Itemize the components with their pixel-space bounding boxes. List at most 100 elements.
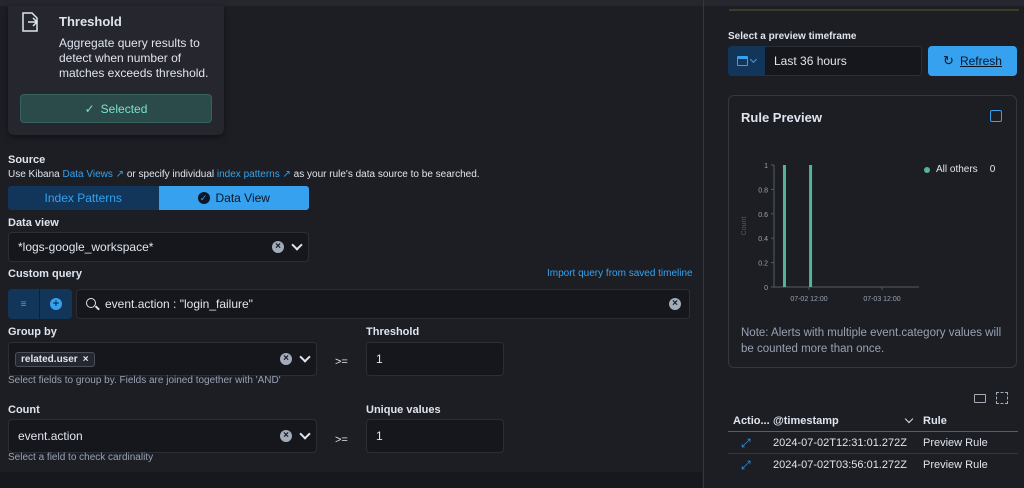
threshold-icon	[22, 12, 39, 32]
rule-definition-form: Threshold Aggregate query results to det…	[0, 6, 702, 488]
external-link-icon: ↗	[112, 169, 125, 180]
chevron-down-icon[interactable]	[291, 239, 303, 251]
table-toolbar	[974, 392, 1008, 404]
external-link-icon: ↗	[279, 169, 291, 180]
card-description: Aggregate query results to detect when n…	[59, 36, 209, 80]
row-timestamp: 2024-07-02T12:31:01.272Z	[773, 437, 907, 449]
x-tick-label: 07-02 12:00	[790, 296, 827, 303]
clear-icon[interactable]: ×	[280, 353, 292, 365]
chevron-down-icon[interactable]	[904, 414, 914, 424]
clear-icon[interactable]: ×	[669, 298, 681, 310]
threshold-input[interactable]: 1	[366, 342, 504, 376]
legend-name: All others	[936, 164, 978, 175]
rule-preview-title: Rule Preview	[741, 110, 822, 125]
threshold-label: Threshold	[366, 326, 420, 338]
column-header-rule[interactable]: Rule	[923, 415, 947, 427]
histogram-bar	[782, 165, 786, 287]
selected-button[interactable]: ✓ Selected	[20, 94, 212, 123]
histogram-bar	[809, 165, 813, 287]
rule-preview-panel: Select a preview timeframe Last 36 hours…	[703, 0, 1024, 488]
row-rule: Preview Rule	[923, 437, 988, 449]
check-circle-icon: ✓	[197, 192, 210, 204]
y-tick-label: 0.4	[758, 236, 768, 243]
card-title: Threshold	[59, 14, 122, 29]
threshold-rule-type-card[interactable]: Threshold Aggregate query results to det…	[8, 6, 224, 135]
query-input[interactable]: event.action : "login_failure" ×	[76, 289, 690, 319]
data-view-value: *logs-google_workspace*	[18, 240, 154, 254]
rule-preview-note: Note: Alerts with multiple event.categor…	[741, 327, 1002, 355]
filter-menu-button[interactable]: ≡	[8, 289, 40, 319]
chevron-down-icon	[749, 55, 758, 64]
source-toggle: Index Patterns ✓ Data View	[8, 186, 309, 210]
count-value: event.action	[18, 429, 83, 443]
row-rule: Preview Rule	[923, 459, 988, 471]
index-patterns-toggle[interactable]: Index Patterns	[8, 186, 159, 210]
check-icon: ✓	[84, 101, 95, 116]
timeframe-value: Last 36 hours	[774, 54, 847, 68]
date-picker-button[interactable]	[728, 46, 765, 76]
clear-icon[interactable]: ×	[272, 241, 284, 253]
table-header-divider	[728, 431, 1018, 432]
add-filter-button[interactable]: +	[40, 289, 72, 319]
group-by-operator: >=	[335, 356, 348, 368]
index-patterns-link[interactable]: index patterns	[217, 169, 280, 180]
group-by-combobox[interactable]: related.user × ×	[8, 342, 317, 376]
count-operator: >=	[335, 434, 348, 446]
expand-row-icon[interactable]: ⤢	[741, 459, 753, 471]
column-header-actions[interactable]: Actio...	[733, 415, 770, 427]
count-label: Count	[8, 404, 40, 416]
count-field-select[interactable]: event.action ×	[8, 419, 317, 453]
y-tick-label: 0.8	[758, 187, 768, 194]
callout-banner	[729, 0, 1019, 11]
clear-icon[interactable]: ×	[280, 430, 292, 442]
unique-values-input[interactable]: 1	[366, 419, 504, 453]
row-timestamp: 2024-07-02T03:56:01.272Z	[773, 459, 907, 471]
keyboard-icon[interactable]	[974, 394, 986, 403]
data-view-select[interactable]: *logs-google_workspace* ×	[8, 232, 309, 262]
import-query-link[interactable]: Import query from saved timeline	[547, 268, 693, 279]
chart-legend: All others 0	[924, 164, 995, 175]
group-by-pill-label: related.user	[21, 353, 78, 365]
chevron-down-icon[interactable]	[299, 428, 311, 440]
column-header-timestamp[interactable]: @timestamp	[773, 415, 839, 427]
refresh-button[interactable]: ↻ Refresh	[928, 46, 1017, 76]
expand-row-icon[interactable]: ⤢	[741, 437, 753, 449]
preview-histogram: 0 0.2 0.4 0.6 0.8 1 Count 07-02 12:00 07-03 12:0…	[741, 163, 919, 303]
inspect-icon[interactable]	[990, 110, 1002, 122]
legend-swatch	[924, 166, 930, 173]
group-by-label: Group by	[8, 326, 57, 338]
calendar-icon	[737, 56, 748, 66]
timeframe-select[interactable]: Last 36 hours	[765, 46, 922, 76]
chevron-down-icon[interactable]	[299, 351, 311, 363]
query-value: event.action : "login_failure"	[105, 297, 253, 311]
source-help-prefix: Use Kibana	[8, 169, 60, 180]
timeframe-label: Select a preview timeframe	[728, 31, 857, 42]
selected-label: Selected	[100, 101, 148, 116]
rule-preview-card: Rule Preview 0 0.2 0.4 0.6 0.8 1 Count 07-02 12…	[728, 95, 1017, 368]
index-patterns-toggle-label: Index Patterns	[44, 191, 122, 205]
y-tick-label: 1	[764, 163, 768, 170]
row-divider	[728, 453, 1018, 454]
source-help-suffix: as your rule's data source to be searche…	[293, 169, 480, 180]
search-icon-handle	[95, 305, 100, 311]
y-axis-label: Count	[741, 217, 748, 236]
refresh-label: Refresh	[959, 54, 1002, 68]
filter-icon: ≡	[20, 298, 27, 310]
unique-values-label: Unique values	[366, 404, 441, 416]
x-tick-label: 07-03 12:00	[863, 296, 900, 303]
data-view-toggle[interactable]: ✓ Data View	[158, 186, 309, 210]
group-by-pill[interactable]: related.user ×	[15, 351, 95, 367]
count-help: Select a field to check cardinality	[8, 452, 154, 463]
y-tick-label: 0.2	[758, 261, 768, 268]
plus-circle-icon: +	[50, 298, 62, 310]
data-views-link[interactable]: Data Views	[62, 169, 112, 180]
source-label: Source	[8, 154, 46, 166]
unique-values-value: 1	[376, 429, 383, 443]
bottom-strip	[0, 472, 702, 488]
group-by-help: Select fields to group by. Fields are jo…	[8, 375, 281, 386]
threshold-value: 1	[376, 352, 383, 366]
fullscreen-icon[interactable]	[996, 392, 1008, 404]
refresh-icon: ↻	[943, 53, 954, 68]
source-help: Use Kibana Data Views ↗ or specify indiv…	[8, 169, 480, 180]
close-icon[interactable]: ×	[83, 354, 89, 365]
